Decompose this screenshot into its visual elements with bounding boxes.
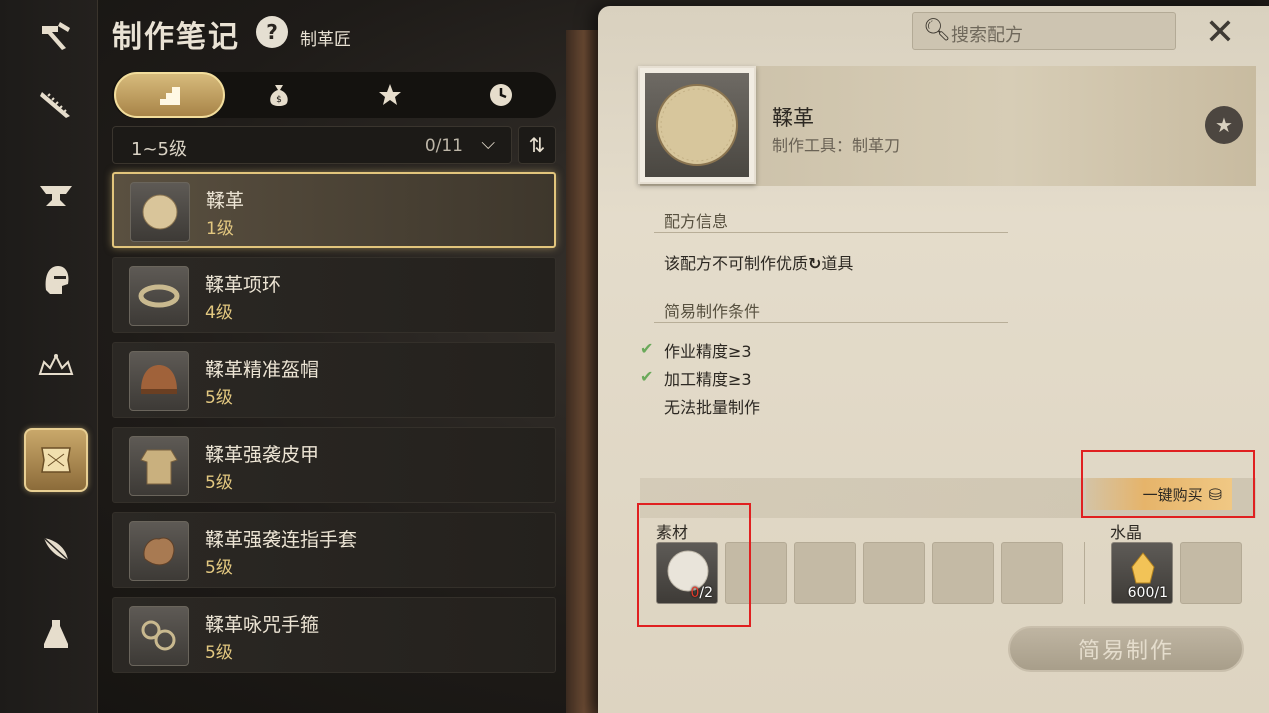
crystal-slot-empty — [1180, 542, 1242, 604]
crown-icon[interactable] — [24, 334, 88, 398]
recipe-name: 鞣革项环 — [205, 274, 282, 296]
help-button[interactable]: ? — [256, 16, 288, 48]
recipe-level: 4级 — [205, 303, 233, 323]
recipe-icon — [129, 521, 189, 581]
coins-icon: ⛁ — [1208, 484, 1222, 504]
buy-label: 一键购买 — [1142, 485, 1203, 504]
svg-text:$: $ — [276, 95, 282, 105]
slot-divider — [1084, 542, 1085, 604]
profession-label: 制革匠 — [300, 30, 351, 50]
recipe-search-input[interactable]: 🔍︎ 搜索配方 — [912, 12, 1176, 50]
search-placeholder: 搜索配方 — [951, 25, 1023, 46]
recipe-item-3[interactable]: 鞣革强袭皮甲 5级 — [112, 427, 556, 503]
crafting-notes-screen: 制作笔记 ? 制革匠 $ 1~5级 0/11 ⌵ ⇅ 鞣革 1级 鞣革项环 4级… — [0, 0, 1269, 713]
material-count: 0/2 — [690, 585, 713, 601]
item-preview — [638, 66, 756, 184]
crystal-label: 水晶 — [1110, 523, 1143, 542]
recipe-name: 鞣革强袭连指手套 — [205, 529, 358, 551]
saw-icon[interactable] — [24, 72, 88, 136]
favorite-star-icon[interactable]: ★ — [1205, 106, 1243, 144]
recipe-count: 0/11 — [424, 136, 463, 156]
conditions-title: 简易制作条件 — [664, 302, 761, 321]
quality-icon: ↻ — [808, 254, 822, 273]
check-icon: ✔ — [640, 367, 654, 386]
recipe-name: 鞣革 — [206, 190, 245, 212]
recipe-info-text-before: 该配方不可制作优质 — [664, 254, 809, 273]
materials-label: 素材 — [656, 523, 689, 542]
recipe-icon — [130, 182, 190, 242]
recipe-info-text-after: 道具 — [821, 254, 854, 273]
hammer-icon[interactable] — [24, 4, 88, 68]
close-icon[interactable]: ✕ — [1200, 12, 1240, 53]
recipe-level: 5级 — [205, 643, 233, 663]
item-name: 鞣革 — [772, 106, 814, 130]
material-slot-empty — [863, 542, 925, 604]
material-slot-empty — [932, 542, 994, 604]
recipe-item-4[interactable]: 鞣革强袭连指手套 5级 — [112, 512, 556, 588]
recipe-info-text: 该配方不可制作优质↻道具 — [664, 250, 853, 274]
recipe-item-2[interactable]: 鞣革精准盔帽 5级 — [112, 342, 556, 418]
condition-1: 加工精度≥3 — [664, 370, 752, 389]
tab-level[interactable] — [114, 72, 225, 118]
clock-icon — [489, 84, 512, 106]
category-sidebar — [0, 0, 98, 713]
recipe-level: 1级 — [206, 219, 234, 239]
recipe-name: 鞣革精准盔帽 — [205, 359, 320, 381]
stairs-icon — [159, 87, 180, 105]
tab-recent[interactable] — [445, 72, 556, 118]
section-divider — [654, 322, 1008, 323]
condition-0: 作业精度≥3 — [664, 342, 752, 361]
moneybag-icon: $ — [269, 85, 288, 106]
recipe-name: 鞣革咏咒手箍 — [205, 614, 320, 636]
tab-shop[interactable]: $ — [223, 72, 334, 118]
recipe-level: 5级 — [205, 388, 233, 408]
recipe-item-0[interactable]: 鞣革 1级 — [112, 172, 556, 248]
alchemy-icon[interactable] — [24, 602, 88, 666]
book-spine — [566, 30, 602, 713]
recipe-name: 鞣革强袭皮甲 — [205, 444, 320, 466]
crystal-slot-0[interactable]: 600/1 — [1111, 542, 1173, 604]
leather-disc-icon — [656, 84, 738, 166]
level-range: 1~5级 — [131, 139, 187, 160]
level-filter-dropdown[interactable]: 1~5级 0/11 ⌵ — [112, 126, 512, 164]
condition-2: 无法批量制作 — [664, 398, 761, 417]
recipe-icon — [129, 606, 189, 666]
one-click-buy-button[interactable]: 一键购买 ⛁ — [1086, 478, 1232, 510]
crystal-count: 600/1 — [1127, 585, 1168, 601]
recipe-item-5[interactable]: 鞣革咏咒手箍 5级 — [112, 597, 556, 673]
recipe-info-title: 配方信息 — [664, 212, 729, 231]
page-title: 制作笔记 — [112, 20, 240, 55]
helmet-icon[interactable] — [24, 248, 88, 312]
recipe-level: 5级 — [205, 558, 233, 578]
recipe-level: 5级 — [205, 473, 233, 493]
chevron-down-icon: ⌵ — [481, 133, 495, 154]
item-tool: 制作工具：制革刀 — [772, 136, 901, 155]
search-icon: 🔍︎ — [923, 18, 951, 43]
material-slot-empty — [794, 542, 856, 604]
material-slot-empty — [725, 542, 787, 604]
sort-icon: ⇅ — [528, 133, 546, 157]
anvil-icon[interactable] — [24, 162, 88, 226]
leather-icon[interactable] — [24, 428, 88, 492]
recipe-item-1[interactable]: 鞣革项环 4级 — [112, 257, 556, 333]
material-slot-empty — [1001, 542, 1063, 604]
material-slot-0[interactable]: 0/2 — [656, 542, 718, 604]
simple-craft-button[interactable]: 简易制作 — [1008, 626, 1244, 672]
recipe-icon — [129, 266, 189, 326]
section-divider — [654, 232, 1008, 233]
recipe-icon — [129, 351, 189, 411]
recipe-tab-bar: $ — [112, 72, 556, 118]
feather-icon[interactable] — [24, 516, 88, 580]
check-icon: ✔ — [640, 339, 654, 358]
star-icon — [378, 84, 401, 105]
sort-button[interactable]: ⇅ — [518, 126, 556, 164]
recipe-icon — [129, 436, 189, 496]
tab-favorites[interactable] — [334, 72, 445, 118]
